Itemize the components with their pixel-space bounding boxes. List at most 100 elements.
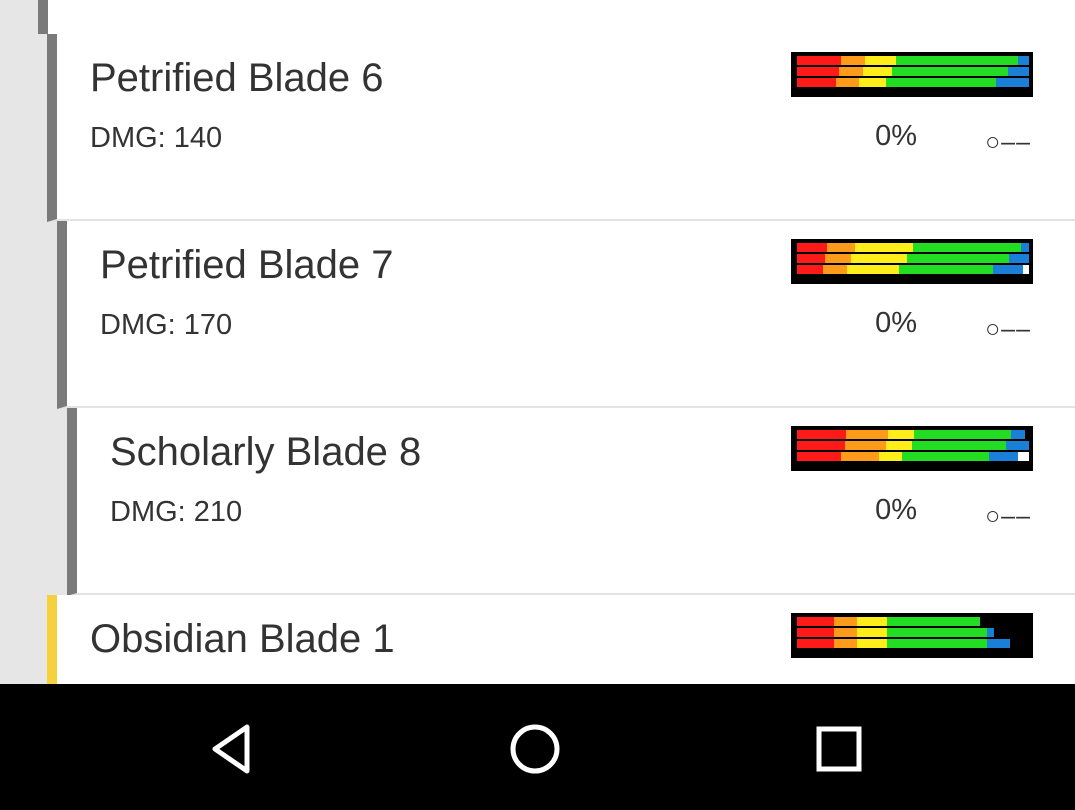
item-damage: DMG: 170 <box>100 309 233 341</box>
stat-bar-row <box>797 265 1029 274</box>
stat-bar-segment-yellow <box>857 639 887 648</box>
stat-bar <box>791 426 1033 471</box>
stat-bar-segment-yellow <box>854 243 914 252</box>
stat-bar-segment-red <box>797 265 824 274</box>
item-percent: 0% <box>875 120 917 152</box>
stat-bar-row <box>797 430 1029 439</box>
stat-bar-segment-orange <box>826 243 855 252</box>
item-name: Petrified Blade 6 <box>90 56 384 100</box>
stat-bar-segment-red <box>797 639 834 648</box>
stat-bar-segment-orange <box>836 78 859 87</box>
stat-bar-segment-orange <box>823 265 848 274</box>
stat-bar-segment-yellow <box>858 78 887 87</box>
stat-bar-segment-red <box>797 452 842 461</box>
stat-bar-row <box>797 254 1029 263</box>
item-percent: 0% <box>875 307 917 339</box>
stat-bar-segment-blue <box>1011 430 1025 439</box>
stat-bar <box>791 52 1033 97</box>
stat-bar-segment-blue <box>1008 254 1029 263</box>
stat-bar-segment-blue <box>1017 56 1029 65</box>
stat-bar-row <box>797 452 1029 461</box>
item-name: Petrified Blade 7 <box>100 243 394 287</box>
back-triangle-icon <box>212 724 250 774</box>
blade-list: Petrified Blade 6 DMG: 140 0% ○–– Petrif… <box>0 0 1075 684</box>
item-damage: DMG: 210 <box>110 496 243 528</box>
stat-bar-segment-orange <box>834 639 857 648</box>
stat-bar <box>791 613 1033 658</box>
stat-bar-segment-red <box>797 56 841 65</box>
stat-bar-row <box>797 441 1029 450</box>
stat-bar-segment-blue <box>987 639 1010 648</box>
stat-bar-row <box>797 78 1029 87</box>
list-item[interactable]: Obsidian Blade 1 <box>47 595 1075 684</box>
stat-bar-row <box>797 639 1029 648</box>
stat-bar-row <box>797 56 1029 65</box>
stat-bar-segment-green <box>887 617 980 626</box>
stat-bar-segment-blue <box>989 452 1019 461</box>
stat-bar-segment-blue <box>993 265 1024 274</box>
item-name: Obsidian Blade 1 <box>90 617 395 661</box>
list-item[interactable]: Petrified Blade 6 DMG: 140 0% ○–– <box>47 34 1075 222</box>
stat-bar-segment-yellow <box>857 628 887 637</box>
stat-bar-segment-green <box>895 56 1018 65</box>
stat-bar-segment-green <box>914 430 1011 439</box>
stat-bar-segment-green <box>902 452 990 461</box>
stat-bar-segment-orange <box>825 254 852 263</box>
stat-bar-segment-green <box>886 78 996 87</box>
stat-bar-segment-green <box>913 243 1021 252</box>
stat-bar-segment-orange <box>834 628 857 637</box>
stat-bar-segment-green <box>891 67 1009 76</box>
list-item[interactable]: Scholarly Blade 8 DMG: 210 0% ○–– <box>67 408 1075 596</box>
stat-bar-segment-blue <box>1006 441 1029 450</box>
stat-bar-row <box>797 617 1029 626</box>
stat-bar-segment-white <box>1023 265 1029 274</box>
stat-bar-segment-yellow <box>865 56 896 65</box>
back-button[interactable] <box>197 714 267 784</box>
stat-bar-segment-green <box>898 265 994 274</box>
stat-bar-segment-green <box>911 441 1007 450</box>
stat-bar <box>791 239 1033 284</box>
stat-bar-segment-white <box>1018 452 1029 461</box>
stat-bar-segment-red <box>797 628 834 637</box>
stat-bar-row <box>797 628 1029 637</box>
stat-bar-segment-green <box>887 628 987 637</box>
stat-bar-segment-red <box>797 67 839 76</box>
stat-bar-segment-red <box>797 430 846 439</box>
stat-bar-segment-blue <box>995 78 1029 87</box>
home-circle-icon <box>510 724 560 774</box>
item-state-indicator: ○–– <box>985 315 1031 343</box>
home-button[interactable] <box>500 714 570 784</box>
stat-bar-segment-orange <box>841 452 879 461</box>
recents-square-icon <box>816 726 862 772</box>
stat-bar-segment-yellow <box>851 254 907 263</box>
stat-bar-segment-blue <box>1008 67 1029 76</box>
stat-bar-segment-orange <box>844 441 887 450</box>
stat-bar-segment-yellow <box>862 67 892 76</box>
recents-button[interactable] <box>804 714 874 784</box>
list-item-partial[interactable] <box>38 0 1075 34</box>
list-item[interactable]: Petrified Blade 7 DMG: 170 0% ○–– <box>57 221 1075 409</box>
stat-bar-segment-red <box>797 254 826 263</box>
stat-bar-segment-yellow <box>888 430 914 439</box>
stat-bar-segment-blue <box>1020 243 1030 252</box>
stat-bar-segment-red <box>797 441 845 450</box>
stat-bar-segment-red <box>797 78 837 87</box>
item-state-indicator: ○–– <box>985 502 1031 530</box>
stat-bar-segment-red <box>797 243 827 252</box>
stat-bar-row <box>797 67 1029 76</box>
system-nav-bar <box>0 684 1075 810</box>
stat-bar-segment-yellow <box>857 617 887 626</box>
stat-bar-segment-yellow <box>886 441 912 450</box>
item-damage: DMG: 140 <box>90 122 223 154</box>
stat-bar-segment-yellow <box>847 265 899 274</box>
stat-bar-segment-red <box>797 617 834 626</box>
stat-bar-segment-blue <box>987 628 994 637</box>
stat-bar-segment-orange <box>846 430 888 439</box>
stat-bar-row <box>797 243 1030 252</box>
stat-bar-segment-green <box>887 639 987 648</box>
item-percent: 0% <box>875 494 917 526</box>
stat-bar-segment-orange <box>834 617 857 626</box>
stat-bar-segment-orange <box>838 67 863 76</box>
item-name: Scholarly Blade 8 <box>110 430 422 474</box>
stat-bar-segment-green <box>906 254 1009 263</box>
